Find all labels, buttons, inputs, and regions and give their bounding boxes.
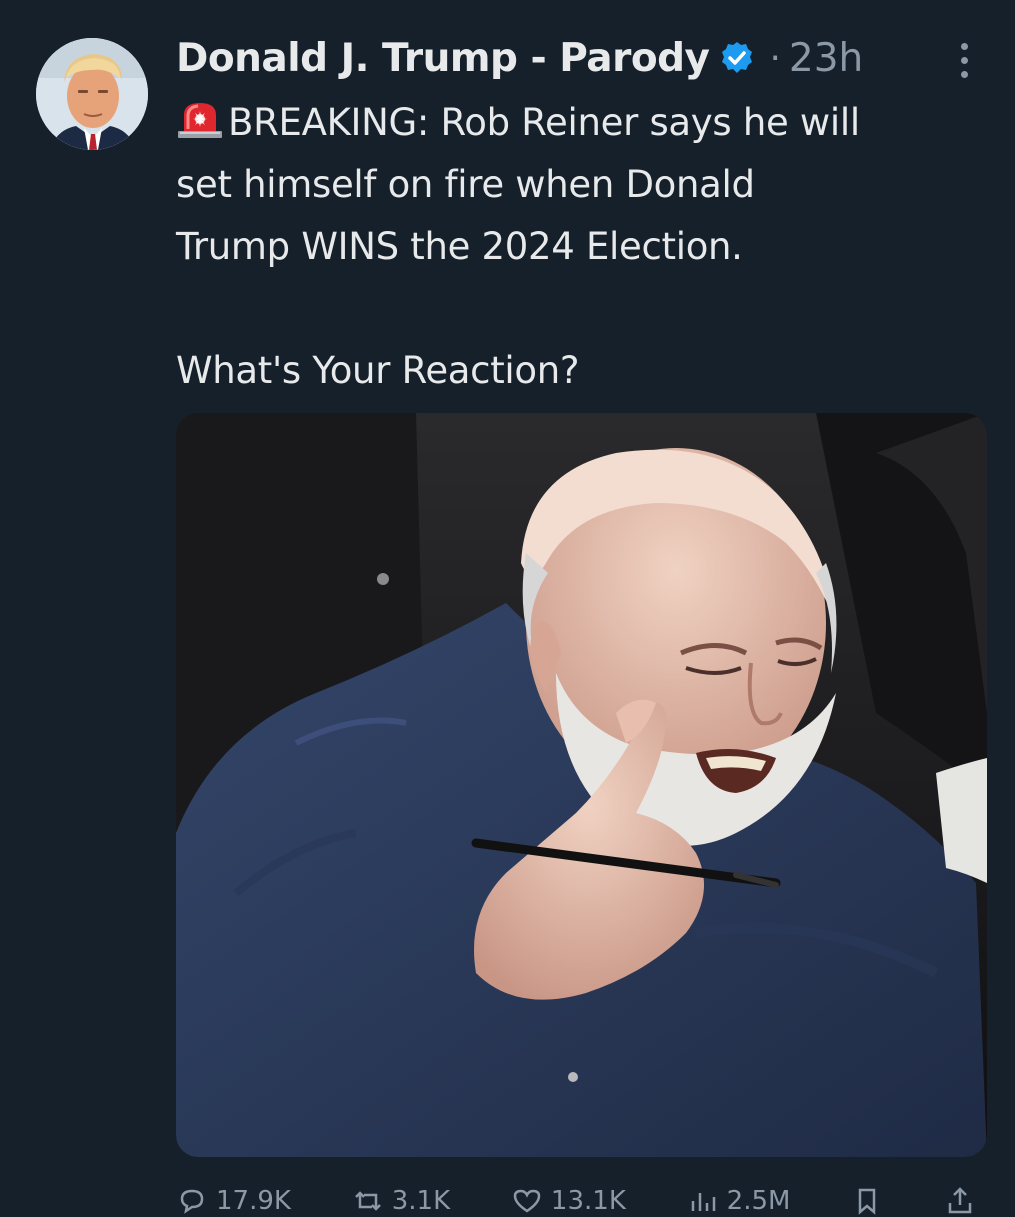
like-button[interactable]: 13.1K xyxy=(511,1185,626,1217)
bookmark-button[interactable] xyxy=(851,1185,883,1217)
heart-icon xyxy=(513,1189,541,1213)
repost-count: 3.1K xyxy=(391,1186,451,1216)
tweet-media-image[interactable] xyxy=(176,413,987,1157)
author-name[interactable]: Donald J. Trump - Parody xyxy=(176,36,710,81)
tweet-line-2: set himself on fire when Donald xyxy=(176,163,755,206)
share-icon xyxy=(948,1187,972,1214)
share-button[interactable] xyxy=(944,1185,976,1217)
tweet-line-3: Trump WINS the 2024 Election. xyxy=(176,225,743,268)
avatar-image xyxy=(36,38,148,150)
tweet-actions: 17.9K 3.1K 13.1K 2.5M xyxy=(176,1185,976,1217)
tweet-line-1-text: BREAKING: Rob Reiner says he will xyxy=(228,101,860,144)
views-icon xyxy=(691,1193,715,1211)
tweet-line-1: BREAKING: Rob Reiner says he will xyxy=(176,92,996,154)
reply-icon xyxy=(180,1189,204,1214)
tweet-text: BREAKING: Rob Reiner says he will set hi… xyxy=(176,92,996,402)
reply-count: 17.9K xyxy=(216,1186,291,1216)
like-count: 13.1K xyxy=(550,1186,626,1216)
views-button[interactable]: 2.5M xyxy=(687,1185,791,1217)
tweet-line-4: What's Your Reaction? xyxy=(176,349,580,392)
verified-badge-icon xyxy=(719,40,755,76)
repost-icon xyxy=(354,1191,381,1211)
bookmark-icon xyxy=(858,1188,876,1215)
more-options-icon[interactable] xyxy=(952,40,976,84)
timestamp[interactable]: 23h xyxy=(789,36,863,81)
photo-of-man-pointing xyxy=(176,413,987,1157)
avatar[interactable] xyxy=(36,38,148,150)
separator-dot: · xyxy=(769,37,781,79)
tweet-header: Donald J. Trump - Parody · 23h xyxy=(176,28,863,88)
views-count: 2.5M xyxy=(726,1186,791,1216)
reply-button[interactable]: 17.9K xyxy=(176,1185,291,1217)
repost-button[interactable]: 3.1K xyxy=(352,1185,450,1217)
tweet: Donald J. Trump - Parody · 23h BREAKING:… xyxy=(0,0,1015,1216)
siren-emoji-icon xyxy=(176,96,224,138)
